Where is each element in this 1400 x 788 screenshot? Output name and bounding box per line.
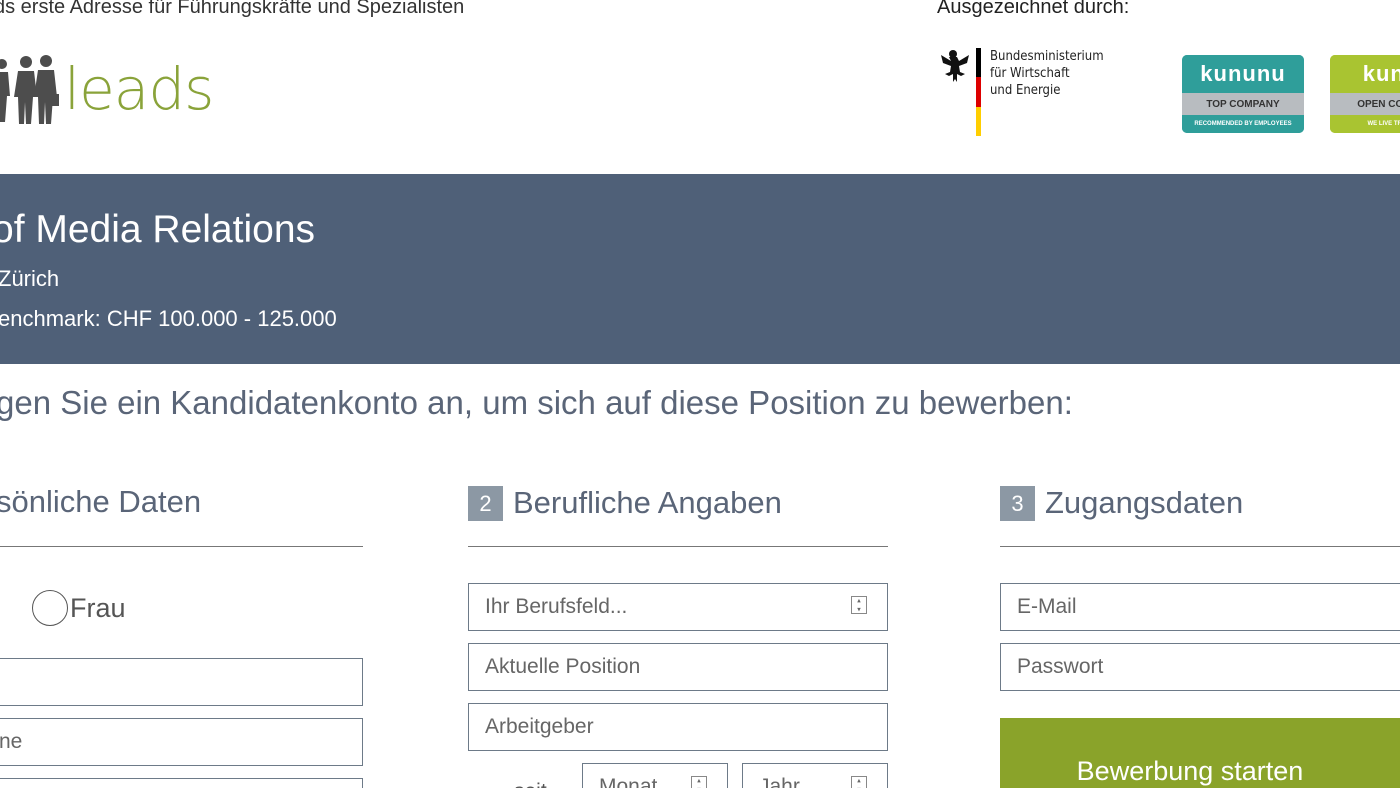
select-arrows-icon: ▴▾	[691, 776, 707, 788]
gender-radio-frau[interactable]: Frau	[32, 590, 126, 626]
section-title: Berufliche Angaben	[513, 484, 782, 520]
berufsfeld-select[interactable]: Ihr Berufsfeld... ▴ ▾	[468, 583, 888, 631]
federal-eagle-icon	[941, 50, 969, 82]
section-title: Zugangsdaten	[1045, 484, 1244, 520]
job-hero-banner: of Media Relations Zürich enchmark: CHF …	[0, 174, 1400, 364]
select-value: Ihr Berufsfeld...	[485, 595, 628, 618]
bmwi-line1: Bundesministerium	[990, 49, 1104, 64]
employer-input[interactable]: Arbeitgeber	[468, 703, 888, 751]
select-value: Monat	[599, 775, 658, 788]
job-title: of Media Relations	[0, 208, 316, 251]
select-value: Jahr	[759, 775, 800, 788]
section-number-badge: 2	[468, 486, 503, 521]
radio-label: Frau	[70, 592, 126, 623]
badge-footer: WE LIVE TRANS	[1330, 115, 1400, 133]
badge-title: OPEN COMPA	[1330, 93, 1400, 115]
badge-title: TOP COMPANY	[1182, 93, 1304, 115]
section-title: sönliche Daten	[0, 484, 202, 519]
input-placeholder: Aktuelle Position	[485, 655, 641, 678]
input-placeholder: ne	[0, 730, 23, 753]
section-personal-heading: sönliche Daten	[0, 484, 201, 520]
badge-brand: kununu	[1182, 55, 1304, 93]
kununu-top-company-badge[interactable]: kununu TOP COMPANY RECOMMENDED BY EMPLOY…	[1182, 55, 1304, 133]
since-month-select[interactable]: Monat ▴▾	[582, 763, 728, 788]
email-input[interactable]: E-Mail	[1000, 583, 1400, 631]
section-divider	[468, 546, 888, 547]
badge-brand: kunu	[1330, 55, 1400, 93]
radio-button[interactable]	[32, 590, 68, 626]
award-label: Ausgezeichnet durch:	[937, 0, 1130, 18]
since-label: seit	[514, 780, 547, 788]
section-divider	[1000, 546, 1400, 547]
people-silhouette-icon	[0, 55, 59, 124]
bmwi-text: Bundesministerium für Wirtschaft und Ene…	[990, 48, 1104, 136]
bmwi-line3: und Energie	[990, 83, 1061, 98]
job-salary: enchmark: CHF 100.000 - 125.000	[0, 306, 337, 331]
bmwi-award-logo: Bundesministerium für Wirtschaft und Ene…	[936, 48, 1104, 136]
intro-heading: gen Sie ein Kandidatenkonto an, um sich …	[0, 384, 1073, 421]
section-number-badge: 3	[1000, 486, 1035, 521]
select-arrows-icon: ▴▾	[851, 776, 867, 788]
header-tagline: ds erste Adresse für Führungskräfte und …	[0, 0, 465, 18]
bmwi-line2: für Wirtschaft	[990, 66, 1070, 81]
leads-logo[interactable]: leads	[0, 54, 214, 126]
personal-third-input[interactable]	[0, 778, 363, 788]
job-location: Zürich	[0, 266, 60, 291]
badge-footer: RECOMMENDED BY EMPLOYEES	[1182, 115, 1304, 133]
firstname-input[interactable]	[0, 658, 363, 706]
lastname-input[interactable]: ne	[0, 718, 363, 766]
section-divider	[0, 546, 363, 547]
german-flag-bar	[976, 48, 981, 136]
input-placeholder: Arbeitgeber	[485, 715, 594, 738]
current-position-input[interactable]: Aktuelle Position	[468, 643, 888, 691]
password-input[interactable]: Passwort	[1000, 643, 1400, 691]
since-year-select[interactable]: Jahr ▴▾	[742, 763, 888, 788]
section-professional-heading: 2 Berufliche Angaben	[468, 484, 782, 521]
logo-text: leads	[64, 55, 214, 123]
select-arrows-icon: ▴▾	[851, 596, 867, 615]
input-placeholder: E-Mail	[1017, 595, 1077, 618]
input-placeholder: Passwort	[1017, 655, 1104, 678]
section-access-heading: 3 Zugangsdaten	[1000, 484, 1243, 521]
start-application-button[interactable]: Bewerbung starten	[1000, 718, 1400, 788]
kununu-open-company-badge[interactable]: kunu OPEN COMPA WE LIVE TRANS	[1330, 55, 1400, 133]
